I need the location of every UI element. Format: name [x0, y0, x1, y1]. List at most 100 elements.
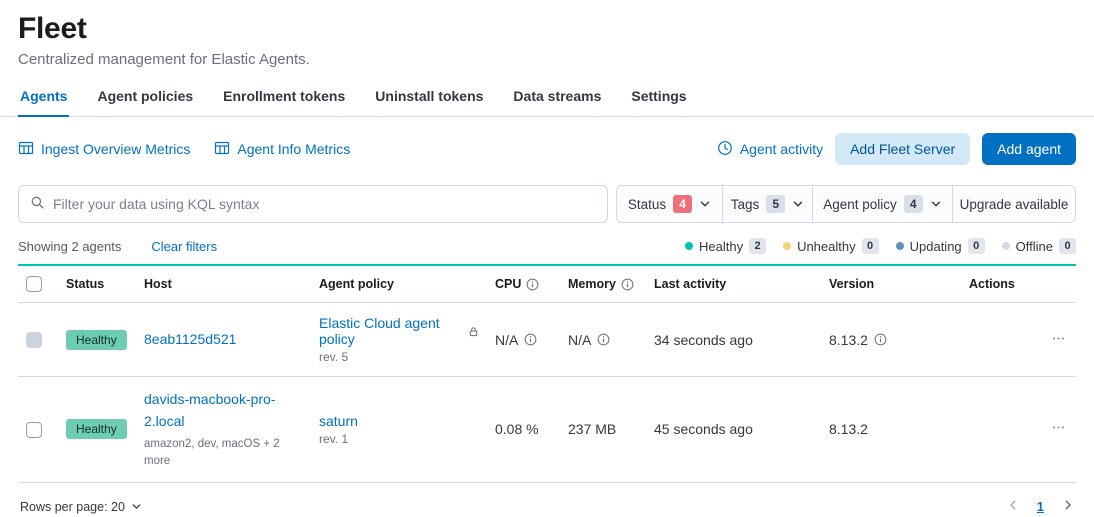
fleet-page: Fleet Centralized management for Elastic…: [0, 12, 1094, 517]
fleet-tabs: Agents Agent policies Enrollment tokens …: [0, 84, 1094, 117]
agents-table: Status Host Agent policy CPU Memory Last…: [18, 264, 1076, 483]
tab-uninstall-tokens[interactable]: Uninstall tokens: [373, 84, 485, 117]
last-activity-value: 45 seconds ago: [654, 421, 753, 437]
info-icon[interactable]: [621, 278, 634, 291]
memory-value: N/A: [568, 332, 591, 348]
legend-updating[interactable]: Updating 0: [896, 238, 985, 254]
managed-policy-icon: [468, 326, 479, 337]
search-icon: [30, 195, 45, 213]
column-header-last-activity: Last activity: [654, 277, 726, 291]
page-title: Fleet: [18, 12, 1076, 46]
updating-dot-icon: [896, 242, 904, 250]
filter-group: Status 4 Tags 5 Agent policy 4: [616, 185, 1076, 223]
agent-policy-filter-count-badge: 4: [904, 195, 923, 213]
policy-revision: rev. 5: [319, 350, 479, 364]
legend-offline[interactable]: Offline 0: [1002, 238, 1076, 254]
chevron-down-icon: [699, 198, 711, 210]
rows-per-page-button[interactable]: Rows per page: 20: [18, 496, 144, 517]
table-footer: Rows per page: 20 1: [18, 496, 1076, 517]
add-agent-button[interactable]: Add agent: [982, 133, 1076, 165]
filter-bar: Status 4 Tags 5 Agent policy 4: [18, 185, 1076, 223]
column-header-actions: Actions: [969, 277, 1015, 291]
agent-info-metrics-link[interactable]: Agent Info Metrics: [214, 140, 350, 159]
toolbar: Ingest Overview Metrics Agent Info Metri…: [18, 133, 1076, 165]
last-activity-value: 34 seconds ago: [654, 332, 753, 348]
agent-activity-label: Agent activity: [740, 141, 823, 157]
toolbar-actions: Agent activity Add Fleet Server Add agen…: [717, 133, 1076, 165]
row-checkbox: [26, 332, 42, 348]
agent-policy-link[interactable]: Elastic Cloud agent policy: [319, 315, 462, 347]
toolbar-metric-links: Ingest Overview Metrics Agent Info Metri…: [18, 140, 350, 159]
legend-updating-label: Updating: [910, 239, 962, 254]
chevron-down-icon: [792, 198, 804, 210]
clear-filters-link[interactable]: Clear filters: [151, 239, 217, 254]
legend-unhealthy-label: Unhealthy: [797, 239, 856, 254]
metrics-table-icon: [18, 140, 34, 159]
tab-data-streams[interactable]: Data streams: [511, 84, 603, 117]
agent-policy-filter-button[interactable]: Agent policy 4: [813, 186, 953, 222]
legend-unhealthy-count-badge: 0: [862, 238, 879, 254]
status-badge: Healthy: [66, 419, 127, 439]
page-subtitle: Centralized management for Elastic Agent…: [18, 51, 1076, 68]
tags-filter-button[interactable]: Tags 5: [723, 186, 813, 222]
info-icon[interactable]: [526, 278, 539, 291]
host-link[interactable]: 8eab1125d521: [144, 329, 236, 351]
status-filter-label: Status: [628, 197, 666, 212]
column-header-memory: Memory: [568, 277, 616, 291]
status-badge: Healthy: [66, 330, 127, 350]
row-actions-button[interactable]: [1049, 416, 1068, 442]
legend-offline-label: Offline: [1016, 239, 1053, 254]
version-value: 8.13.2: [829, 421, 868, 437]
summary-left: Showing 2 agents Clear filters: [18, 239, 217, 254]
ingest-overview-metrics-link[interactable]: Ingest Overview Metrics: [18, 140, 190, 159]
memory-value: 237 MB: [568, 421, 616, 437]
page-1-button[interactable]: 1: [1033, 497, 1048, 516]
previous-page-button[interactable]: [1005, 497, 1021, 516]
host-link[interactable]: davids-macbook-pro-2.local: [144, 389, 296, 432]
chevron-down-icon: [131, 501, 142, 512]
info-icon[interactable]: [597, 333, 610, 346]
agent-activity-button[interactable]: Agent activity: [717, 140, 823, 159]
status-filter-button[interactable]: Status 4: [617, 186, 723, 222]
kql-search-input[interactable]: [53, 196, 596, 212]
agent-row-2: Healthy davids-macbook-pro-2.local amazo…: [18, 377, 1076, 483]
agents-count-text: Showing 2 agents: [18, 239, 121, 254]
row-actions-button[interactable]: [1049, 327, 1068, 353]
legend-healthy[interactable]: Healthy 2: [685, 238, 766, 254]
tab-agents[interactable]: Agents: [18, 84, 69, 117]
pagination: 1: [1005, 497, 1076, 516]
rows-per-page-label: Rows per page: 20: [20, 500, 125, 514]
ellipsis-icon: [1051, 423, 1066, 438]
column-header-host: Host: [144, 277, 172, 291]
tags-filter-count-badge: 5: [766, 195, 785, 213]
ellipsis-icon: [1051, 334, 1066, 349]
upgrade-available-filter-button[interactable]: Upgrade available: [953, 186, 1075, 222]
tab-enrollment-tokens[interactable]: Enrollment tokens: [221, 84, 347, 117]
ingest-overview-metrics-label: Ingest Overview Metrics: [41, 141, 190, 157]
agent-info-metrics-label: Agent Info Metrics: [237, 141, 350, 157]
upgrade-available-filter-label: Upgrade available: [960, 197, 1069, 212]
info-icon[interactable]: [874, 333, 887, 346]
legend-healthy-count-badge: 2: [749, 238, 766, 254]
agent-row-1: Healthy 8eab1125d521 Elastic Cloud agent…: [18, 303, 1076, 377]
row-checkbox[interactable]: [26, 422, 42, 438]
agent-policy-filter-label: Agent policy: [823, 197, 897, 212]
next-page-button[interactable]: [1060, 497, 1076, 516]
legend-updating-count-badge: 0: [968, 238, 985, 254]
add-fleet-server-button[interactable]: Add Fleet Server: [835, 133, 970, 165]
kql-search-box: [18, 185, 608, 223]
legend-unhealthy[interactable]: Unhealthy 0: [783, 238, 879, 254]
column-header-status: Status: [66, 277, 104, 291]
chevron-down-icon: [930, 198, 942, 210]
summary-row: Showing 2 agents Clear filters Healthy 2…: [18, 238, 1076, 254]
chevron-right-icon: [1062, 499, 1074, 514]
column-header-cpu: CPU: [495, 277, 521, 291]
metrics-table-icon: [214, 140, 230, 159]
info-icon[interactable]: [524, 333, 537, 346]
tab-agent-policies[interactable]: Agent policies: [95, 84, 195, 117]
version-value: 8.13.2: [829, 332, 868, 348]
tab-settings[interactable]: Settings: [629, 84, 688, 117]
chevron-left-icon: [1007, 499, 1019, 514]
agent-policy-link[interactable]: saturn: [319, 413, 358, 429]
select-all-checkbox[interactable]: [26, 276, 42, 292]
